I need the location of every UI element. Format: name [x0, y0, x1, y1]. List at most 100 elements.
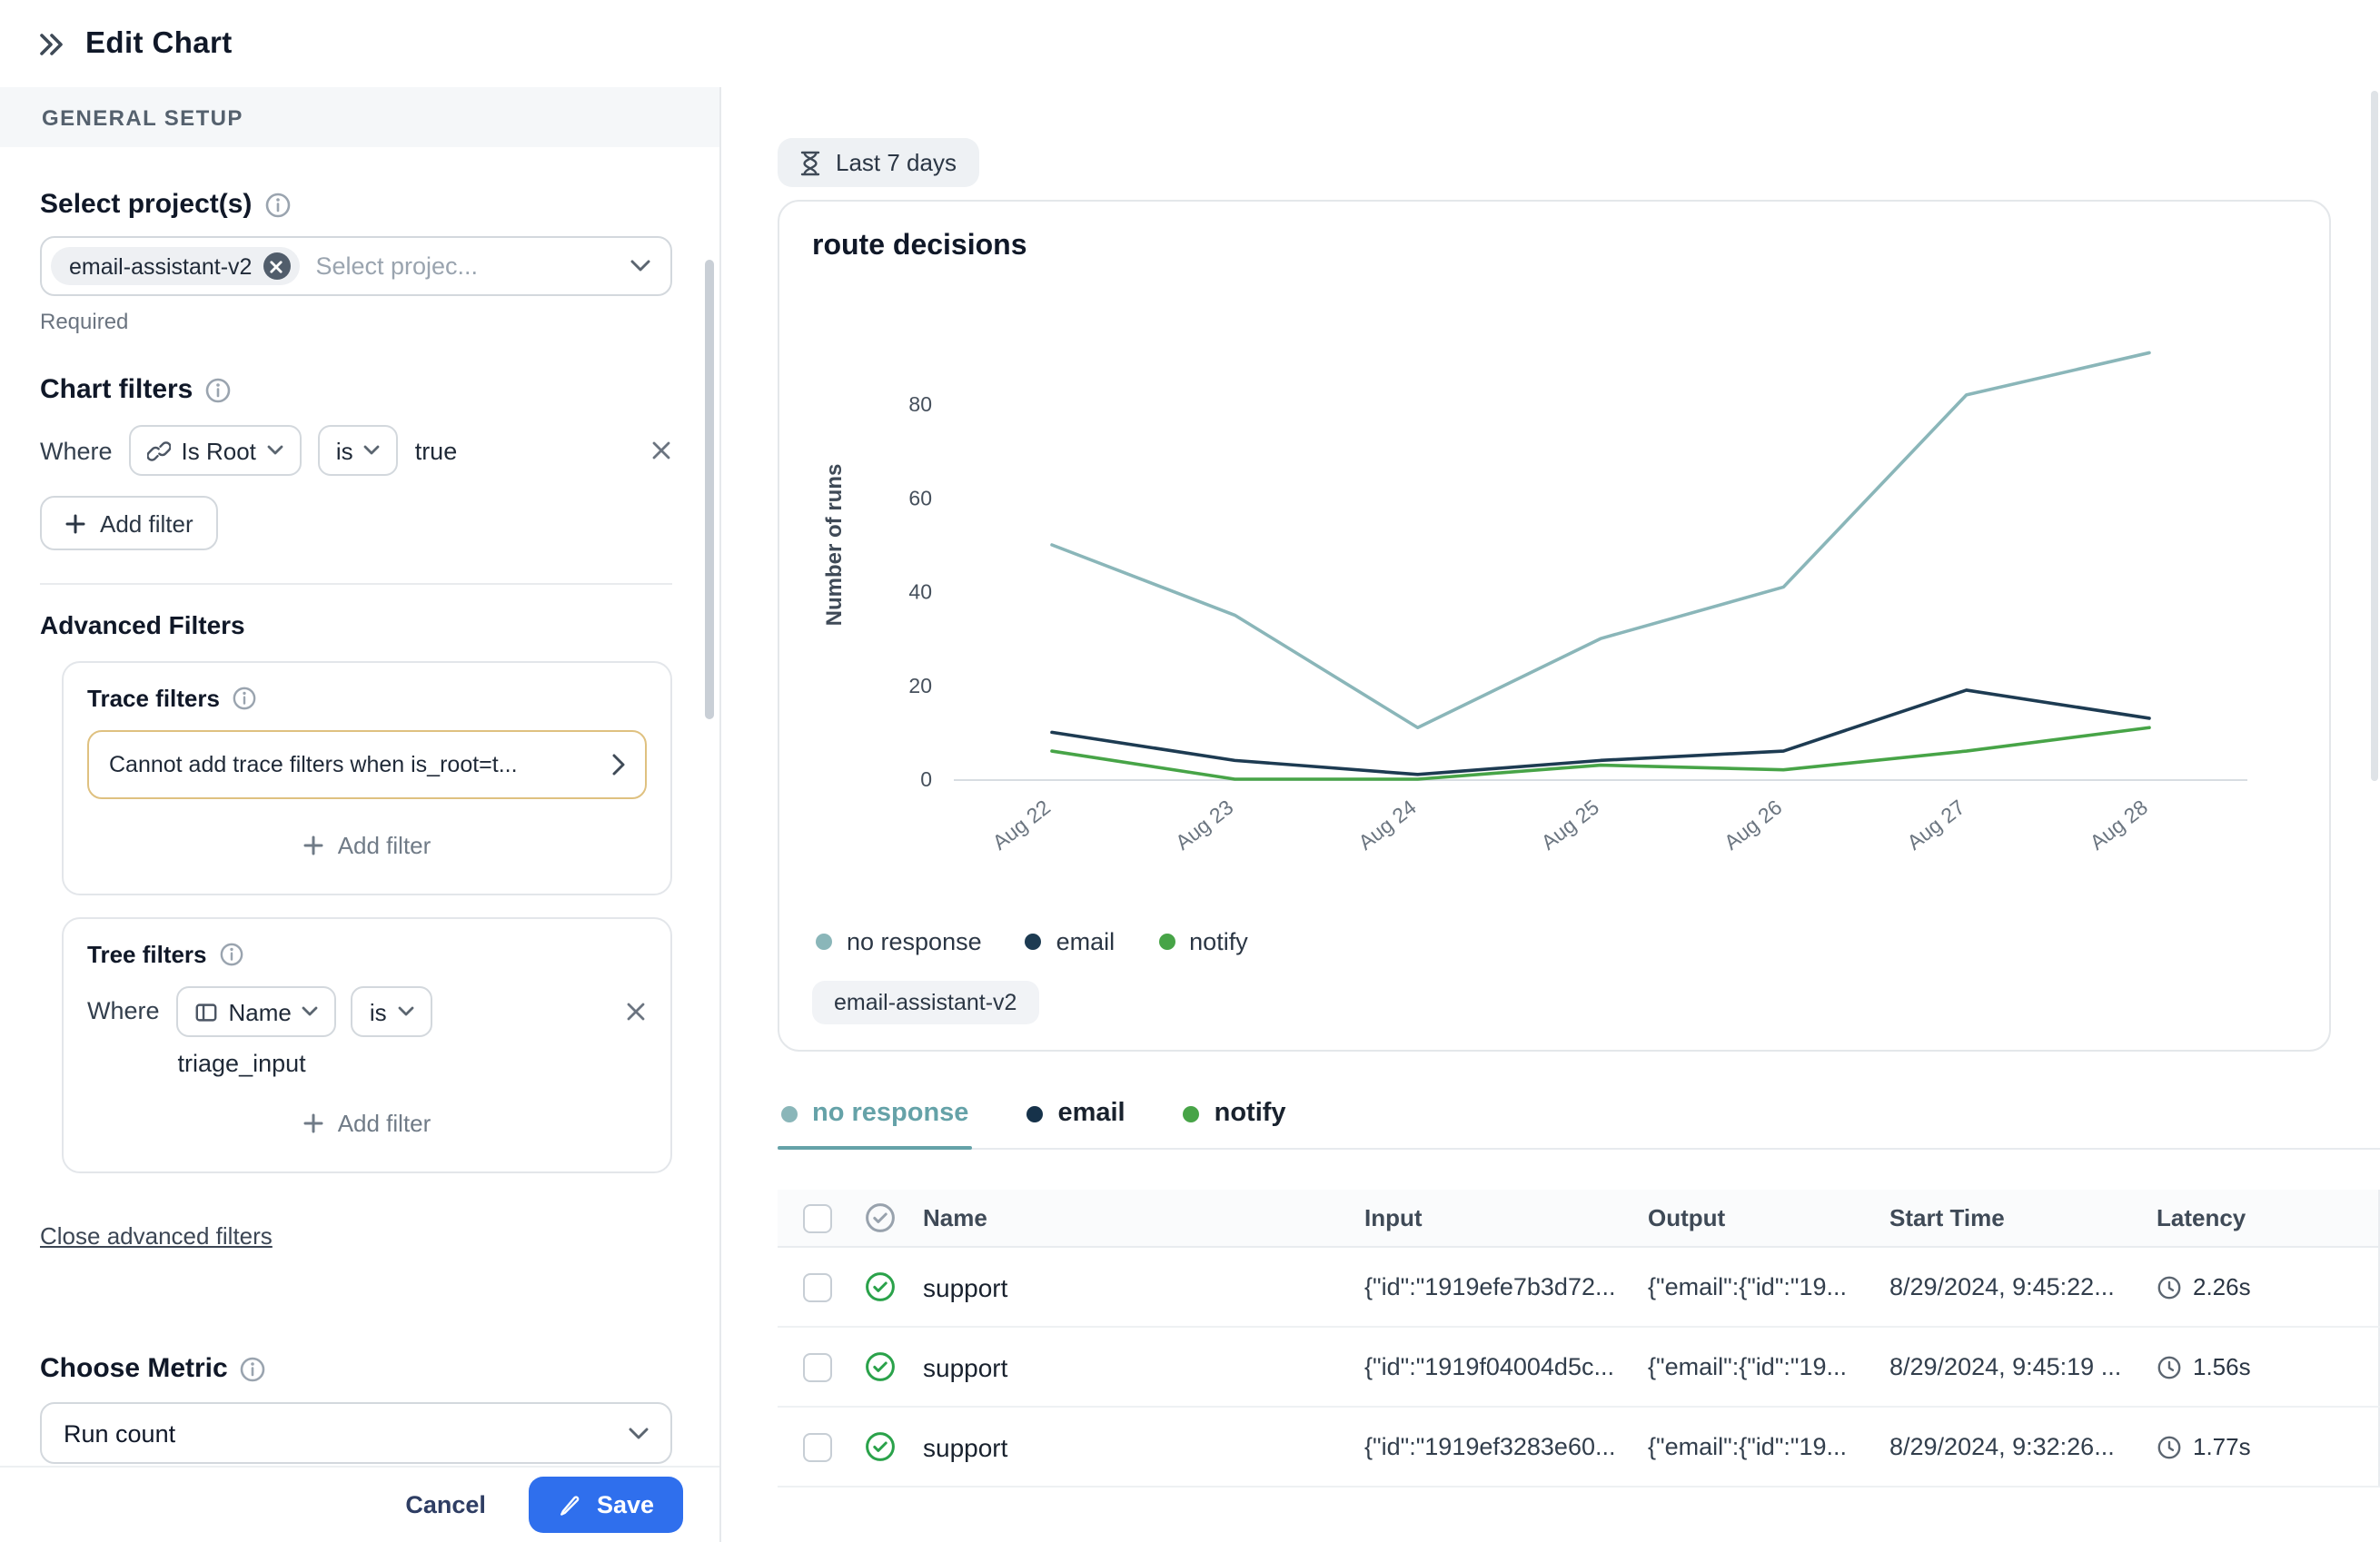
filter-operator-dropdown[interactable]: is [318, 425, 399, 476]
chart-preview-panel: Last 7 days route decisions Number of ru… [723, 87, 2380, 1542]
add-filter-button[interactable]: Add filter [40, 496, 219, 550]
y-axis-label: Number of runs [822, 464, 847, 627]
cancel-button[interactable]: Cancel [383, 1478, 508, 1531]
plus-icon [303, 835, 323, 855]
tab-dot [1026, 1105, 1043, 1122]
clock-icon [2157, 1434, 2182, 1459]
column-header-start-time[interactable]: Start Time [1889, 1204, 2157, 1231]
where-label: Where [40, 437, 113, 464]
chart-card: route decisions Number of runs020406080A… [778, 200, 2331, 1052]
chevron-down-icon [398, 1006, 414, 1017]
info-icon [220, 943, 243, 966]
advanced-filters-title: Advanced Filters [40, 610, 672, 639]
column-icon [194, 1000, 218, 1023]
legend-dot [1158, 934, 1175, 950]
metric-selected-value: Run count [64, 1419, 175, 1447]
tree-field-dropdown[interactable]: Name [176, 986, 337, 1037]
filter-field-dropdown[interactable]: Is Root [129, 425, 302, 476]
panel-scrollbar[interactable] [705, 260, 714, 719]
runs-table: Name Input Output Start Time Latency sup… [778, 1190, 2380, 1488]
chevron-right-icon [612, 754, 625, 776]
table-row[interactable]: support {"id":"1919f04004d5c... {"email"… [778, 1328, 2380, 1408]
column-header-name[interactable]: Name [923, 1204, 1364, 1231]
table-row[interactable]: support {"id":"1919ef3283e60... {"email"… [778, 1408, 2380, 1488]
plus-icon [65, 513, 85, 533]
x-tick-label: Aug 22 [988, 795, 1055, 854]
filter-operator-value: is [336, 437, 353, 464]
remove-filter-icon[interactable] [650, 440, 672, 461]
status-column-icon [865, 1202, 923, 1233]
link-icon [147, 439, 171, 462]
divider [40, 583, 672, 585]
select-all-checkbox[interactable] [803, 1203, 832, 1232]
project-chip: email-assistant-v2 [51, 247, 299, 285]
chevron-down-icon [302, 1006, 319, 1017]
drawer-header: Edit Chart [0, 0, 2380, 87]
chart-settings-panel: GENERAL SETUP Select project(s) email-as… [0, 87, 721, 1542]
select-projects-label: Select project(s) [40, 189, 252, 220]
chart-filters-label: Chart filters [40, 374, 193, 405]
run-name[interactable]: support [923, 1272, 1364, 1301]
column-header-input[interactable]: Input [1364, 1204, 1648, 1231]
remove-tree-filter-icon[interactable] [625, 986, 647, 1023]
plus-icon [303, 1113, 323, 1133]
chart-line-email [1052, 690, 2149, 775]
row-checkbox[interactable] [803, 1432, 832, 1461]
run-output: {"email":{"id":"19... [1648, 1273, 1889, 1300]
run-name[interactable]: support [923, 1432, 1364, 1461]
where-label: Where [87, 986, 160, 1037]
tree-filters-card: Tree filters Where Name [62, 917, 672, 1173]
tab-dot [1184, 1105, 1200, 1122]
collapse-drawer-icon[interactable] [36, 30, 65, 57]
trace-filters-card: Trace filters Cannot add trace filters w… [62, 661, 672, 895]
trace-filters-warning[interactable]: Cannot add trace filters when is_root=t.… [87, 730, 647, 799]
tab-no-response[interactable]: no response [778, 1099, 972, 1148]
chart-filter-row: Where Is Root is true [40, 425, 672, 476]
tree-filter-value[interactable]: triage_input [176, 1050, 432, 1077]
page-scrollbar[interactable] [2371, 91, 2378, 781]
tab-notify[interactable]: notify [1180, 1099, 1290, 1148]
y-tick-label: 20 [908, 674, 932, 697]
legend-item: notify [1158, 928, 1248, 955]
tab-email[interactable]: email [1023, 1099, 1128, 1148]
run-input: {"id":"1919efe7b3d72... [1364, 1273, 1648, 1300]
chart-line-notify [1052, 727, 2149, 779]
success-status-icon [865, 1431, 923, 1462]
time-range-chip[interactable]: Last 7 days [778, 138, 978, 187]
run-latency: 1.56s [2157, 1353, 2378, 1380]
tree-operator-dropdown[interactable]: is [352, 986, 432, 1037]
project-chip-label: email-assistant-v2 [69, 253, 252, 279]
close-advanced-filters-link[interactable]: Close advanced filters [40, 1222, 273, 1250]
chart-legend: no response email notify [816, 928, 2300, 955]
project-select[interactable]: email-assistant-v2 Select projec... [40, 236, 672, 296]
tree-add-filter-button[interactable]: Add filter [87, 1099, 647, 1148]
drawer-footer: Cancel Save [0, 1466, 719, 1542]
chevron-down-icon [630, 260, 650, 272]
drawer-title: Edit Chart [85, 26, 233, 61]
tree-operator-value: is [370, 998, 387, 1025]
remove-project-icon[interactable] [263, 252, 290, 280]
trace-add-filter-button[interactable]: Add filter [87, 821, 647, 870]
column-header-output[interactable]: Output [1648, 1204, 1889, 1231]
run-input: {"id":"1919ef3283e60... [1364, 1433, 1648, 1460]
x-tick-label: Aug 24 [1354, 795, 1421, 854]
required-note: Required [40, 309, 672, 334]
metric-select[interactable]: Run count [40, 1402, 672, 1464]
row-checkbox[interactable] [803, 1272, 832, 1301]
y-tick-label: 40 [908, 580, 932, 604]
clock-icon [2157, 1274, 2182, 1300]
project-select-placeholder: Select projec... [315, 252, 614, 280]
chevron-down-icon [364, 445, 381, 456]
chart-line-no-response [1052, 352, 2149, 727]
filter-value[interactable]: true [415, 437, 458, 464]
info-icon [205, 377, 231, 402]
row-checkbox[interactable] [803, 1352, 832, 1381]
run-latency: 1.77s [2157, 1433, 2378, 1460]
column-header-latency[interactable]: Latency [2157, 1204, 2378, 1231]
series-tabs: no response email notify [778, 1099, 2380, 1150]
project-name-chip: email-assistant-v2 [812, 981, 1038, 1024]
table-row[interactable]: support {"id":"1919efe7b3d72... {"email"… [778, 1248, 2380, 1328]
run-name[interactable]: support [923, 1352, 1364, 1381]
general-setup-header: GENERAL SETUP [0, 87, 719, 147]
save-button[interactable]: Save [530, 1477, 683, 1533]
